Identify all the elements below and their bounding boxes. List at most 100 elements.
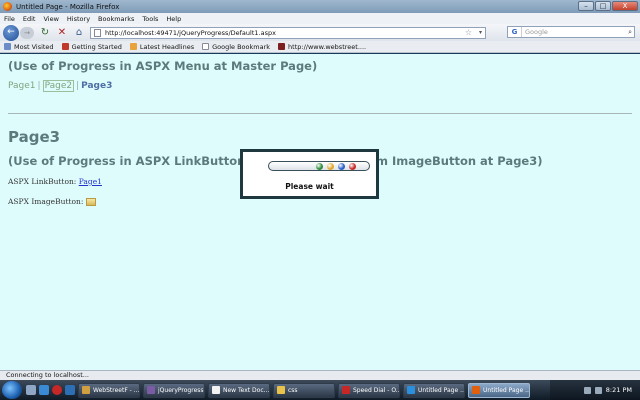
menu-separator: | xyxy=(37,81,41,91)
start-button[interactable] xyxy=(2,381,22,399)
chevron-down-icon[interactable]: ▾ xyxy=(479,28,482,38)
menu-item-page3[interactable]: Page3 xyxy=(81,81,112,91)
linkbutton-label: ASPX LinkButton: xyxy=(8,177,77,186)
taskbar-task[interactable]: Speed Dial - O... xyxy=(338,382,400,398)
search-input[interactable]: G Google ⌕ xyxy=(507,26,635,38)
menu-file[interactable]: File xyxy=(4,15,15,23)
bookmark-icon xyxy=(4,43,11,50)
home-icon[interactable]: ⌂ xyxy=(73,27,85,39)
status-bar: Connecting to localhost... xyxy=(0,370,640,380)
imagebutton-row: ASPX ImageButton: xyxy=(8,197,97,206)
bookmark-webstreet[interactable]: http://www.webstreet.... xyxy=(278,43,366,51)
reload-icon[interactable]: ↻ xyxy=(39,27,51,39)
navigation-toolbar: ← → ↻ ✕ ⌂ http://localhost:49471/jQueryP… xyxy=(0,24,640,41)
progress-dot xyxy=(327,163,334,170)
taskbar: WebStreetF - ... jQueryProgress... New Tex… xyxy=(0,380,640,400)
bookmark-label: Latest Headlines xyxy=(139,42,195,51)
stop-icon[interactable]: ✕ xyxy=(56,27,68,39)
system-tray: 8:21 PM xyxy=(550,380,640,400)
task-label: css xyxy=(288,386,298,394)
back-button[interactable]: ← xyxy=(3,24,19,41)
image-button[interactable] xyxy=(86,197,97,206)
menu-history[interactable]: History xyxy=(67,15,90,23)
aspx-menu: Page1 | Page2 | Page3 xyxy=(8,80,112,92)
bookmark-google[interactable]: Google Bookmark xyxy=(202,43,270,51)
page-title: Page3 xyxy=(8,128,61,146)
divider xyxy=(8,113,632,114)
menu-bookmarks[interactable]: Bookmarks xyxy=(98,15,134,23)
bookmark-most-visited[interactable]: Most Visited xyxy=(4,43,54,51)
page1-link[interactable]: Page1 xyxy=(79,177,102,186)
clock[interactable]: 8:21 PM xyxy=(606,386,632,394)
google-icon[interactable]: G xyxy=(508,27,522,37)
taskbar-task[interactable]: Untitled Page ... xyxy=(468,382,530,398)
app-icon xyxy=(82,386,90,394)
app-icon xyxy=(277,386,285,394)
taskbar-task[interactable]: Untitled Page ... xyxy=(403,382,465,398)
minimize-button[interactable]: – xyxy=(578,1,594,11)
app-icon xyxy=(472,386,480,394)
master-heading: (Use of Progress in ASPX Menu at Master … xyxy=(8,59,318,73)
task-label: Speed Dial - O... xyxy=(353,386,400,394)
page-content: (Use of Progress in ASPX Menu at Master … xyxy=(0,54,640,370)
page-icon xyxy=(94,28,101,37)
menu-item-page1[interactable]: Page1 xyxy=(8,81,36,91)
window-titlebar: Untitled Page - Mozilla Firefox – □ X xyxy=(0,0,640,13)
address-bar[interactable]: http://localhost:49471/jQueryProgress/De… xyxy=(90,26,486,39)
please-wait-dialog: Please wait xyxy=(240,149,379,199)
ie-icon[interactable] xyxy=(39,385,49,395)
star-icon[interactable]: ☆ xyxy=(465,28,472,38)
bookmark-latest-headlines[interactable]: Latest Headlines xyxy=(129,42,195,51)
taskbar-task[interactable]: WebStreetF - ... xyxy=(78,382,140,398)
progress-dot xyxy=(349,163,356,170)
task-list: WebStreetF - ... jQueryProgress... New Tex… xyxy=(78,382,533,398)
taskbar-task[interactable]: New Text Doc... xyxy=(208,382,270,398)
opera-icon[interactable] xyxy=(52,385,62,395)
taskbar-task[interactable]: css xyxy=(273,382,335,398)
search-icon[interactable]: ⌕ xyxy=(628,27,632,37)
linkbutton-row: ASPX LinkButton: Page1 xyxy=(8,177,102,186)
rss-icon xyxy=(129,43,137,50)
close-button[interactable]: X xyxy=(612,1,638,11)
app-icon xyxy=(212,386,220,394)
bookmark-label: Most Visited xyxy=(14,42,54,51)
please-wait-text: Please wait xyxy=(285,182,334,191)
imagebutton-label: ASPX ImageButton: xyxy=(8,197,84,206)
network-icon[interactable] xyxy=(583,386,591,394)
search-placeholder: Google xyxy=(525,28,548,36)
progress-dot xyxy=(316,163,323,170)
forward-button[interactable]: → xyxy=(20,26,34,39)
task-label: Untitled Page ... xyxy=(418,386,465,394)
bookmark-label: Google Bookmark xyxy=(212,42,271,51)
bookmark-label: Getting Started xyxy=(71,42,122,51)
firefox-icon xyxy=(3,2,12,11)
task-label: New Text Doc... xyxy=(223,386,270,394)
window-title: Untitled Page - Mozilla Firefox xyxy=(16,2,120,11)
task-label: jQueryProgress... xyxy=(158,386,205,394)
bookmark-getting-started[interactable]: Getting Started xyxy=(61,42,122,51)
task-label: Untitled Page ... xyxy=(483,386,530,394)
menu-tools[interactable]: Tools xyxy=(142,15,158,23)
menu-view[interactable]: View xyxy=(43,15,58,23)
volume-icon[interactable] xyxy=(594,386,602,394)
url-text: http://localhost:49471/jQueryProgress/De… xyxy=(105,28,276,37)
menu-bar: File Edit View History Bookmarks Tools H… xyxy=(0,13,640,24)
maximize-button[interactable]: □ xyxy=(595,1,611,11)
app-icon xyxy=(147,386,155,394)
progress-dot xyxy=(338,163,345,170)
app-icon xyxy=(407,386,415,394)
window-controls: – □ X xyxy=(578,1,638,11)
show-desktop-icon[interactable] xyxy=(26,385,36,395)
media-icon[interactable] xyxy=(65,385,75,395)
taskbar-task[interactable]: jQueryProgress... xyxy=(143,382,205,398)
menu-separator: | xyxy=(76,81,80,91)
bookmark-icon xyxy=(278,43,286,50)
progress-bar xyxy=(268,161,370,171)
bookmarks-toolbar: Most Visited Getting Started Latest Head… xyxy=(0,41,640,53)
bookmark-icon xyxy=(61,43,69,50)
menu-edit[interactable]: Edit xyxy=(23,15,36,23)
menu-help[interactable]: Help xyxy=(166,15,181,23)
status-text: Connecting to localhost... xyxy=(6,371,89,379)
app-icon xyxy=(342,386,350,394)
menu-item-page2[interactable]: Page2 xyxy=(42,80,75,92)
